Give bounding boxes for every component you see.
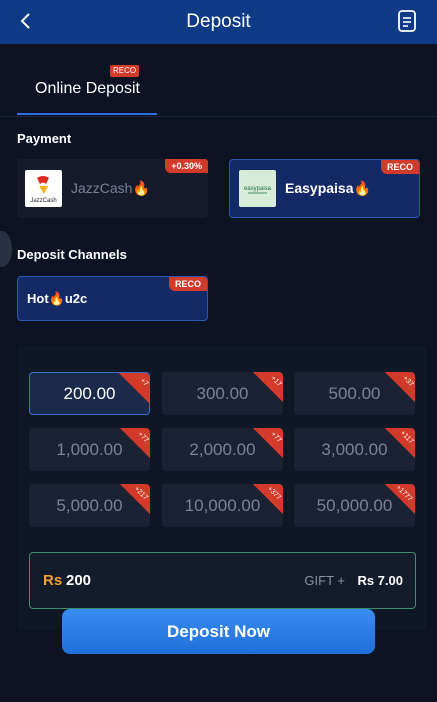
svg-text:easypaisa: easypaisa [244,186,272,192]
payment-title: Payment [17,131,72,146]
page-title: Deposit [186,11,251,32]
selected-amount: 200 [66,572,92,589]
amount-summary[interactable]: Rs 200 GIFT + Rs 7.00 [29,552,416,609]
payment-option-jazzcash[interactable]: JazzCash JazzCash🔥 +0.30% [17,159,208,218]
side-handle[interactable] [0,231,12,267]
gift-label: GIFT + [304,573,345,588]
amount-option[interactable]: 1,000.00 +77 [29,428,150,471]
chevron-left-icon [20,13,30,29]
amount-option[interactable]: 50,000.00 +1777 [294,484,415,527]
tab-label: Online Deposit [35,80,140,97]
amount-option[interactable]: 300.00 +17 [162,372,283,415]
reco-badge: RECO [168,277,207,291]
back-button[interactable] [14,8,36,34]
easypaisa-logo: easypaisa [239,170,276,207]
bonus-tag [118,373,149,404]
svg-text:JazzCash: JazzCash [30,198,56,204]
document-icon [398,10,416,32]
deposit-content: Online Deposit RECO Payment JazzCash Jaz… [0,44,437,702]
amount-panel: 200.00 +7 300.00 +17 500.00 +37 1,000.00… [17,346,427,630]
records-button[interactable] [397,9,419,35]
currency-label: Rs [43,572,63,589]
jazzcash-logo: JazzCash [25,170,62,207]
channel-hot-u2c[interactable]: Hot🔥u2c RECO [17,276,208,321]
channels-title: Deposit Channels [17,247,127,262]
tab-underline [17,113,157,115]
amount-option[interactable]: 5,000.00 +217 [29,484,150,527]
deposit-now-button[interactable]: Deposit Now [62,609,375,654]
bonus-badge: +0.30% [165,159,208,173]
amount-option[interactable]: 200.00 +7 [29,372,150,415]
gift-value: Rs 7.00 [357,573,403,588]
reco-badge: RECO [380,160,419,174]
amount-option[interactable]: 3,000.00 +117 [294,428,415,471]
payment-name: Easypaisa🔥 [285,180,371,196]
header-bar: Deposit [0,0,437,44]
tab-online-deposit[interactable]: Online Deposit RECO [17,65,157,115]
amount-option[interactable]: 2,000.00 +77 [162,428,283,471]
divider [0,116,437,117]
payment-option-easypaisa[interactable]: easypaisa Easypaisa🔥 RECO [229,159,420,218]
payment-name: JazzCash🔥 [71,180,150,196]
reco-badge: RECO [110,65,140,77]
amount-option[interactable]: 500.00 +37 [294,372,415,415]
channel-name: Hot🔥u2c [27,290,88,306]
amount-option[interactable]: 10,000.00 +377 [162,484,283,527]
